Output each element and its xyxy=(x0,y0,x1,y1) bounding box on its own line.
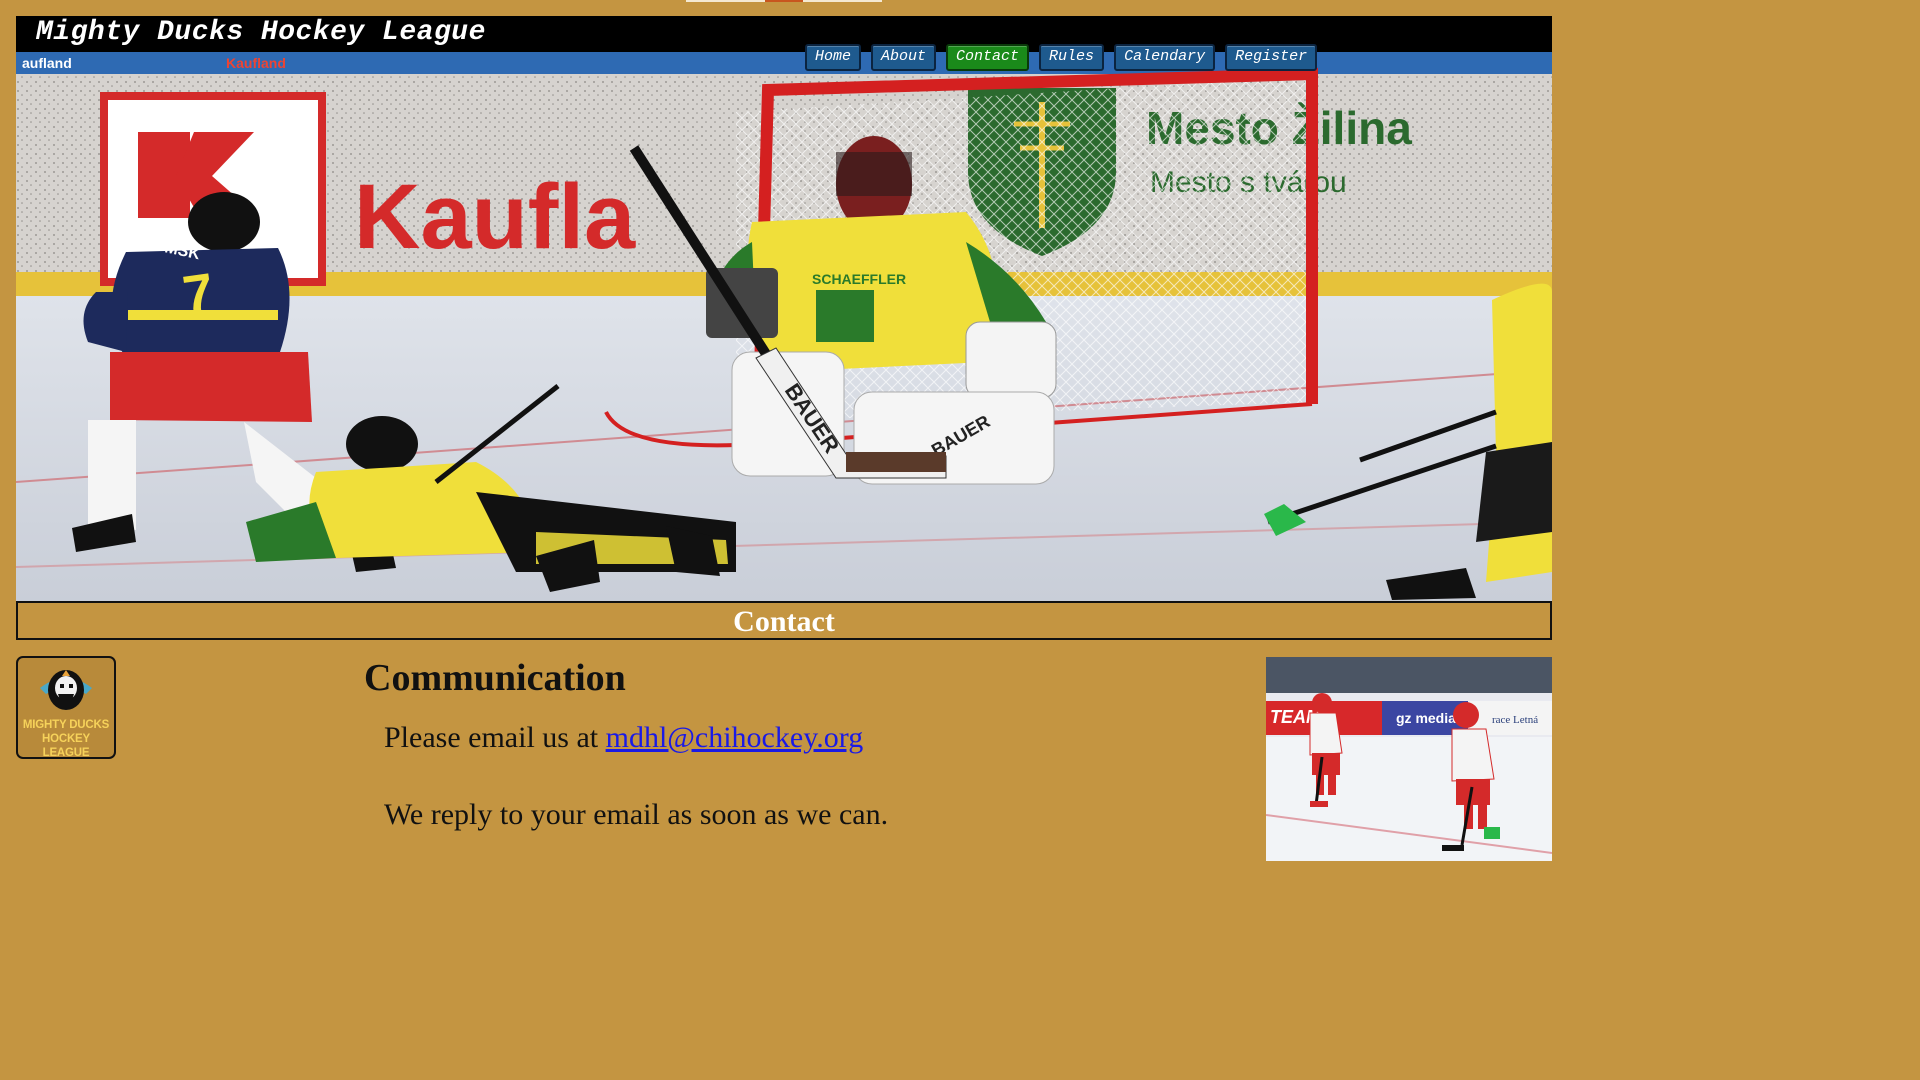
sponsor-left-text: Kaufla xyxy=(354,166,636,268)
nav-calendary[interactable]: Calendary xyxy=(1114,44,1216,71)
communication-heading: Communication xyxy=(364,657,626,699)
email-line: Please email us at mdhl@chihockey.org xyxy=(364,718,1244,758)
logo-text: MIGHTY DUCKS HOCKEY LEAGUE xyxy=(22,719,110,759)
nav-contact[interactable]: Contact xyxy=(946,44,1030,71)
svg-text:gz media: gz media xyxy=(1396,710,1456,726)
side-hockey-photo: TEAM gz media race Letná xyxy=(1266,657,1552,861)
top-strip-accent xyxy=(765,0,803,2)
main-nav: Home About Contact Rules Calendary Regis… xyxy=(805,44,1318,71)
section-bar: Contact xyxy=(16,601,1552,640)
svg-text:Kaufland: Kaufland xyxy=(226,55,286,71)
email-prefix: Please email us at xyxy=(384,721,606,754)
section-title: Contact xyxy=(733,605,835,638)
nav-home[interactable]: Home xyxy=(805,44,862,71)
duck-mask-icon xyxy=(40,670,92,710)
nav-about[interactable]: About xyxy=(871,44,937,71)
site-header: Mighty Ducks Hockey League Home About Co… xyxy=(16,16,1552,601)
email-link[interactable]: mdhl@chihockey.org xyxy=(606,721,864,754)
svg-text:SCHAEFFLER: SCHAEFFLER xyxy=(812,271,906,287)
league-logo[interactable]: MIGHTY DUCKS HOCKEY LEAGUE xyxy=(16,656,116,759)
nav-register[interactable]: Register xyxy=(1225,44,1318,71)
nav-rules[interactable]: Rules xyxy=(1039,44,1105,71)
site-title: Mighty Ducks Hockey League xyxy=(36,17,486,48)
svg-text:race Letná: race Letná xyxy=(1492,714,1538,726)
hero-hockey-photo: aufland Kaufland Kaufla Mesto Žilina Mes… xyxy=(16,52,1552,601)
reply-text: We reply to your email as soon as we can… xyxy=(384,798,889,831)
contact-content: Communication Please email us at mdhl@ch… xyxy=(364,652,1244,835)
svg-text:aufland: aufland xyxy=(22,55,72,71)
